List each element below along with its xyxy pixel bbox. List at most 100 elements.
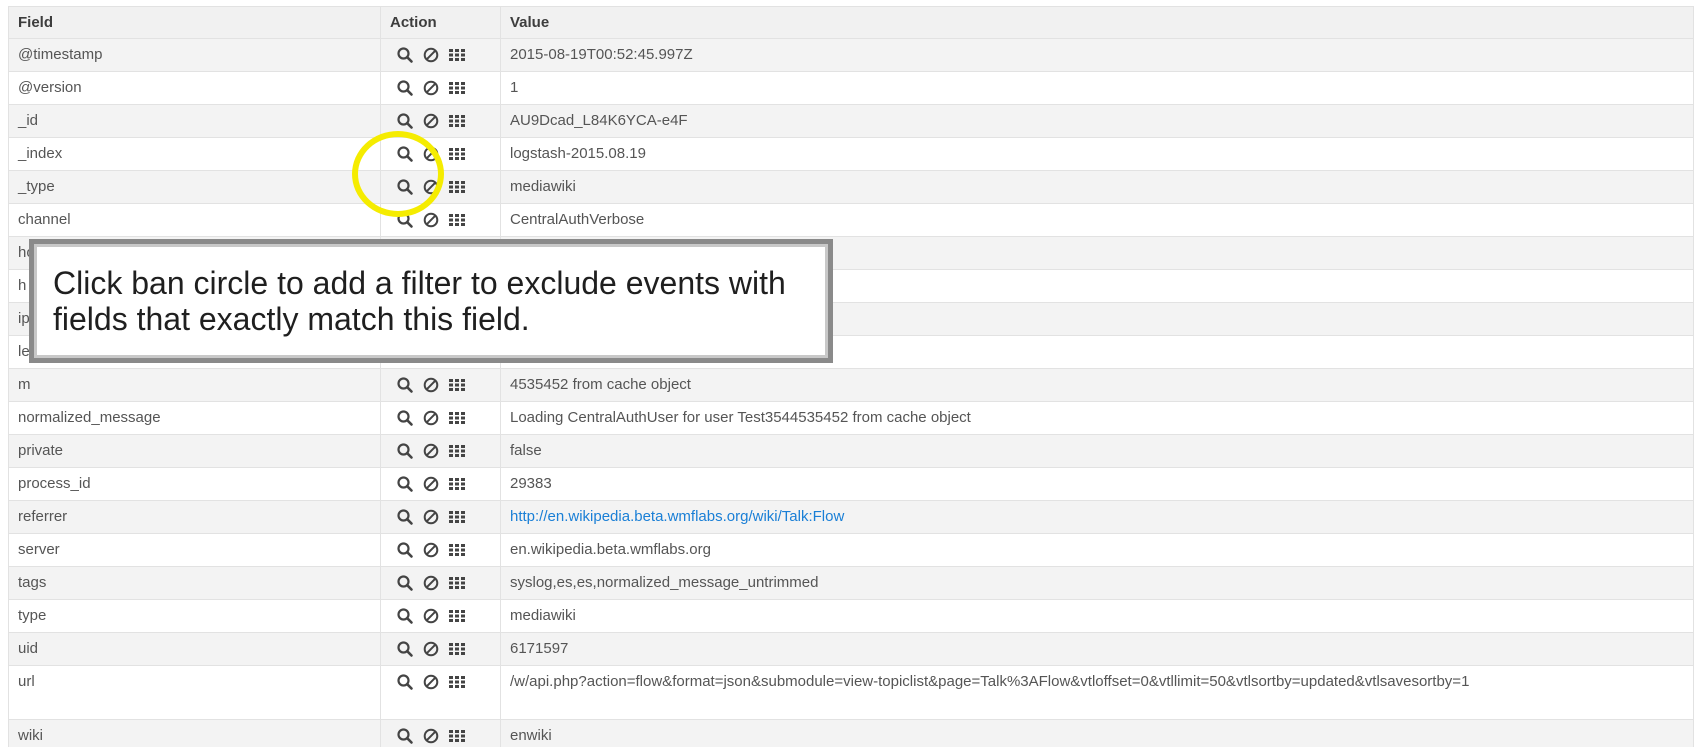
ban-circle-icon[interactable] <box>422 640 440 658</box>
magnifier-icon[interactable] <box>396 46 414 64</box>
columns-icon[interactable] <box>448 211 466 229</box>
magnifier-icon[interactable] <box>396 574 414 592</box>
columns-icon[interactable] <box>448 112 466 130</box>
field-name-cell: normalized_message <box>8 401 381 435</box>
ban-circle-icon[interactable] <box>422 475 440 493</box>
columns-icon[interactable] <box>448 541 466 559</box>
action-cell <box>380 401 501 435</box>
table-row: wiki enwiki <box>8 719 1694 747</box>
field-value-cell: en.wikipedia.beta.wmflabs.org <box>500 533 1694 567</box>
ban-circle-icon[interactable] <box>422 79 440 97</box>
ban-circle-icon[interactable] <box>422 607 440 625</box>
field-name-cell: @version <box>8 71 381 105</box>
table-header-row: Field Action Value <box>8 6 1694 39</box>
table-row: channel CentralAuthVerbose <box>8 203 1694 237</box>
magnifier-icon[interactable] <box>396 442 414 460</box>
ban-circle-icon[interactable] <box>422 145 440 163</box>
field-name-cell: server <box>8 533 381 567</box>
table-row: _id AU9Dcad_L84K6YCA-e4F <box>8 104 1694 138</box>
field-name-cell: wiki <box>8 719 381 747</box>
field-name-cell: private <box>8 434 381 468</box>
action-cell <box>380 170 501 204</box>
field-name-cell: url <box>8 665 381 720</box>
field-value-cell: 1 <box>500 71 1694 105</box>
field-value-cell: false <box>500 434 1694 468</box>
magnifier-icon[interactable] <box>396 640 414 658</box>
ban-circle-icon[interactable] <box>422 409 440 427</box>
field-value-cell: syslog,es,es,normalized_message_untrimme… <box>500 566 1694 600</box>
field-name-cell: _type <box>8 170 381 204</box>
columns-icon[interactable] <box>448 178 466 196</box>
magnifier-icon[interactable] <box>396 541 414 559</box>
columns-icon[interactable] <box>448 475 466 493</box>
columns-icon[interactable] <box>448 640 466 658</box>
field-name-cell: uid <box>8 632 381 666</box>
action-cell <box>380 137 501 171</box>
magnifier-icon[interactable] <box>396 145 414 163</box>
field-name-cell: _id <box>8 104 381 138</box>
ban-circle-icon[interactable] <box>422 112 440 130</box>
field-value-cell: CentralAuthVerbose <box>500 203 1694 237</box>
magnifier-icon[interactable] <box>396 508 414 526</box>
field-value-cell: Loading CentralAuthUser for user Test354… <box>500 401 1694 435</box>
table-row: process_id 29383 <box>8 467 1694 501</box>
ban-circle-icon[interactable] <box>422 376 440 394</box>
magnifier-icon[interactable] <box>396 178 414 196</box>
magnifier-icon[interactable] <box>396 112 414 130</box>
table-row: m 4535452 from cache object <box>8 368 1694 402</box>
columns-icon[interactable] <box>448 376 466 394</box>
ban-circle-icon[interactable] <box>422 727 440 745</box>
action-cell <box>380 434 501 468</box>
magnifier-icon[interactable] <box>396 79 414 97</box>
columns-icon[interactable] <box>448 442 466 460</box>
field-value-cell: 29383 <box>500 467 1694 501</box>
document-table-wrapper: Field Action Value @timestamp 2015-08-19T… <box>8 6 1694 747</box>
field-name-cell: tags <box>8 566 381 600</box>
ban-circle-icon[interactable] <box>422 178 440 196</box>
referrer-link[interactable]: http://en.wikipedia.beta.wmflabs.org/wik… <box>510 508 844 525</box>
magnifier-icon[interactable] <box>396 211 414 229</box>
header-field: Field <box>8 6 381 39</box>
field-value-cell: /w/api.php?action=flow&format=json&submo… <box>500 665 1694 720</box>
columns-icon[interactable] <box>448 673 466 691</box>
magnifier-icon[interactable] <box>396 376 414 394</box>
magnifier-icon[interactable] <box>396 673 414 691</box>
ban-circle-icon[interactable] <box>422 574 440 592</box>
ban-circle-icon[interactable] <box>422 211 440 229</box>
magnifier-icon[interactable] <box>396 475 414 493</box>
columns-icon[interactable] <box>448 727 466 745</box>
table-row: tags syslog,es,es,normalized_message_untr… <box>8 566 1694 600</box>
action-cell <box>380 368 501 402</box>
field-name-cell: type <box>8 599 381 633</box>
action-cell <box>380 203 501 237</box>
callout-text: Click ban circle to add a filter to excl… <box>53 265 786 337</box>
table-row: @version 1 <box>8 71 1694 105</box>
action-cell <box>380 71 501 105</box>
field-value-cell: 6171597 <box>500 632 1694 666</box>
columns-icon[interactable] <box>448 574 466 592</box>
columns-icon[interactable] <box>448 508 466 526</box>
action-cell <box>380 500 501 534</box>
columns-icon[interactable] <box>448 607 466 625</box>
field-name-cell: m <box>8 368 381 402</box>
ban-circle-icon[interactable] <box>422 46 440 64</box>
field-name-cell: _index <box>8 137 381 171</box>
table-row: uid 6171597 <box>8 632 1694 666</box>
ban-circle-icon[interactable] <box>422 673 440 691</box>
table-row: url/w/api.php?action=flow&format=json&su… <box>8 665 1694 720</box>
ban-circle-icon[interactable] <box>422 442 440 460</box>
table-row: _type mediawiki <box>8 170 1694 204</box>
field-value-cell: 4535452 from cache object <box>500 368 1694 402</box>
magnifier-icon[interactable] <box>396 727 414 745</box>
ban-circle-icon[interactable] <box>422 508 440 526</box>
columns-icon[interactable] <box>448 145 466 163</box>
columns-icon[interactable] <box>448 79 466 97</box>
columns-icon[interactable] <box>448 46 466 64</box>
field-value-cell: mediawiki <box>500 599 1694 633</box>
magnifier-icon[interactable] <box>396 607 414 625</box>
field-name-cell: process_id <box>8 467 381 501</box>
ban-circle-icon[interactable] <box>422 541 440 559</box>
columns-icon[interactable] <box>448 409 466 427</box>
magnifier-icon[interactable] <box>396 409 414 427</box>
action-cell <box>380 467 501 501</box>
